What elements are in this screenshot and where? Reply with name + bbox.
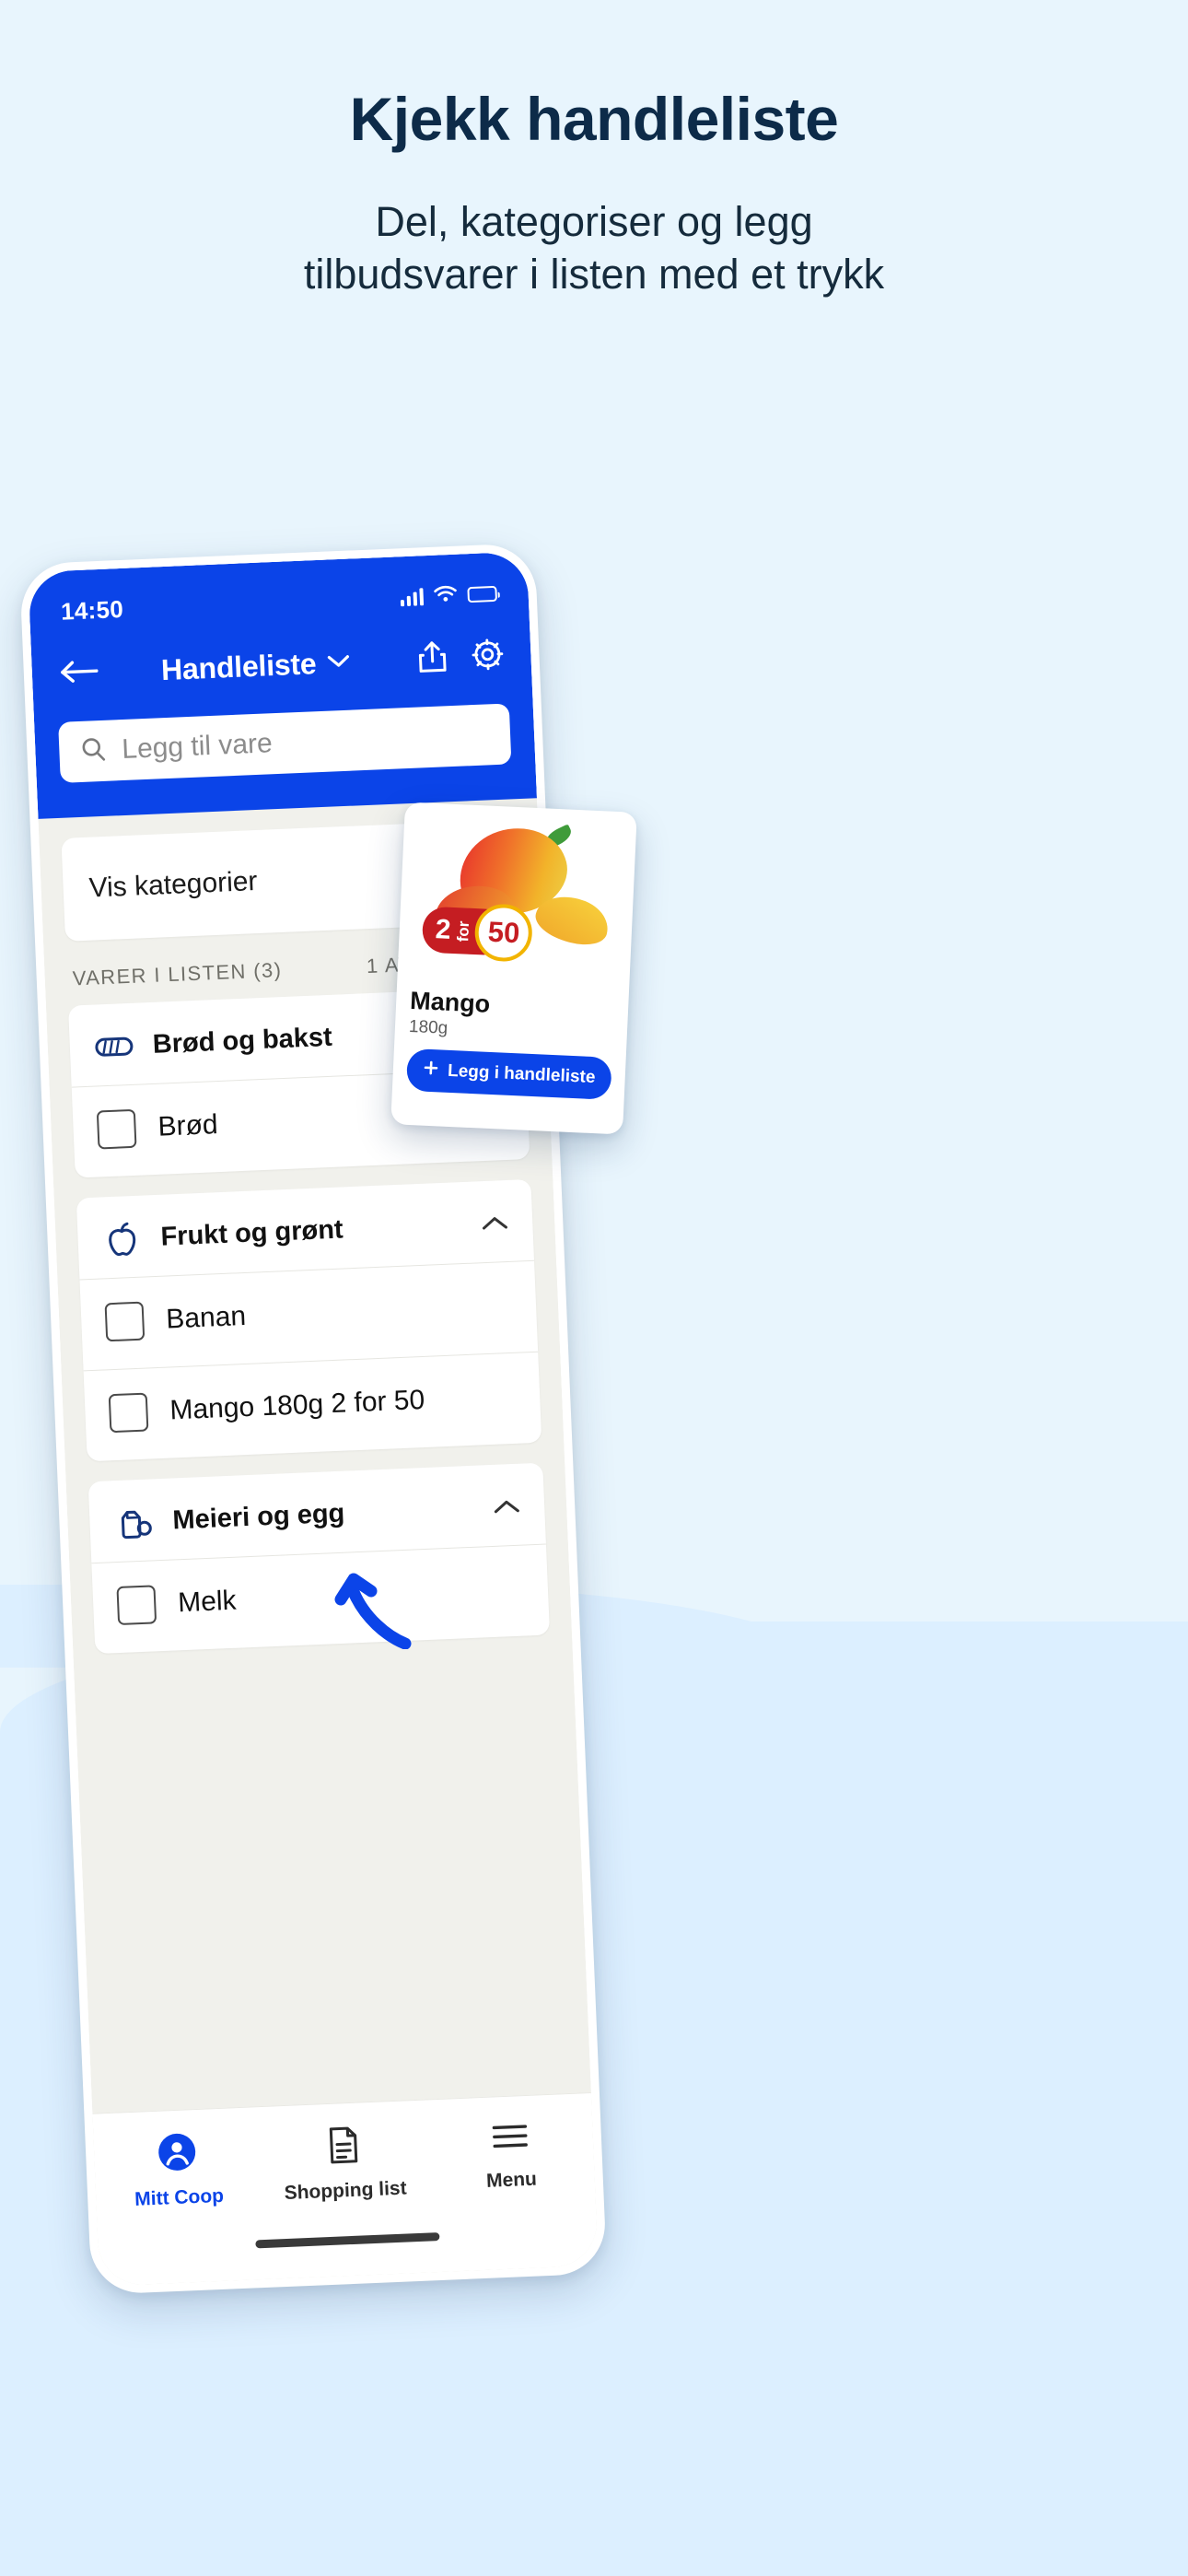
- list-item-label: Mango 180g 2 for 50: [169, 1384, 425, 1426]
- share-icon[interactable]: [416, 638, 449, 679]
- chevron-down-icon: [326, 652, 351, 673]
- app-header: 14:50 Handleliste Legg til vare: [28, 551, 537, 819]
- add-to-list-label: Legg i handleliste: [447, 1060, 596, 1088]
- apple-icon: [101, 1218, 144, 1260]
- chevron-up-icon[interactable]: [481, 1208, 509, 1237]
- promo-text-block: Kjekk handleliste Del, kategoriser og le…: [0, 85, 1188, 301]
- home-indicator: [255, 2232, 440, 2249]
- list-item-label: Brød: [157, 1109, 219, 1142]
- list-item-label: Banan: [165, 1300, 247, 1335]
- price-badge: 2 for 50: [421, 900, 534, 963]
- items-count-label: VARER I LISTEN (3): [72, 957, 283, 990]
- category-name: Meieri og egg: [171, 1498, 345, 1535]
- tab-mitt-coop[interactable]: Mitt Coop: [93, 2127, 262, 2212]
- checkbox-empty-icon[interactable]: [116, 1585, 157, 1626]
- phone-mockup: 14:50 Handleliste Legg til vare Vis kate…: [18, 543, 608, 2295]
- cellular-signal-icon: [400, 587, 425, 607]
- bread-icon: [93, 1025, 135, 1068]
- promo-subtitle-line-2: tilbudsvarer i listen med et trykk: [303, 251, 885, 299]
- milk-carton-icon: [113, 1501, 156, 1543]
- search-input[interactable]: Legg til vare: [58, 703, 512, 783]
- list-item-label: Melk: [177, 1585, 238, 1619]
- list-item[interactable]: Mango 180g 2 for 50: [83, 1351, 542, 1462]
- tab-menu[interactable]: Menu: [425, 2113, 595, 2195]
- badge-quantity: 2: [435, 914, 452, 945]
- wifi-icon: [433, 583, 458, 607]
- category-name: Frukt og grønt: [159, 1213, 344, 1252]
- tab-label: Menu: [485, 2168, 538, 2192]
- search-icon: [79, 734, 108, 767]
- checkbox-empty-icon[interactable]: [96, 1108, 137, 1150]
- person-circle-icon: [156, 2130, 200, 2179]
- product-card[interactable]: 2 for 50 Mango 180g Legg i handleliste: [390, 802, 637, 1135]
- chevron-up-icon[interactable]: [493, 1492, 521, 1521]
- battery-icon: [467, 585, 498, 603]
- bottom-tab-bar: Mitt Coop Shopping list Menu: [92, 2092, 599, 2287]
- tab-label: Shopping list: [284, 2177, 408, 2205]
- show-categories-label: Vis kategorier: [87, 866, 259, 904]
- promo-subtitle: Del, kategoriser og legg tilbudsvarer i …: [0, 195, 1188, 301]
- category-card: Frukt og grønt Banan Mango 180g 2 for 50: [76, 1178, 542, 1462]
- search-placeholder: Legg til vare: [121, 728, 274, 766]
- add-to-list-button[interactable]: Legg i handleliste: [405, 1048, 612, 1100]
- category-card: Meieri og egg Melk: [87, 1462, 551, 1655]
- list-title-dropdown[interactable]: Handleliste: [94, 642, 417, 690]
- checkbox-empty-icon[interactable]: [104, 1301, 146, 1342]
- badge-for-text: for: [453, 919, 472, 943]
- tab-shopping-list[interactable]: Shopping list: [260, 2121, 429, 2206]
- curved-arrow-icon: [334, 1573, 412, 1649]
- promo-subtitle-line-1: Del, kategoriser og legg: [375, 197, 813, 245]
- list-document-icon: [323, 2123, 364, 2172]
- page-title: Kjekk handleliste: [349, 85, 839, 153]
- product-image: 2 for 50: [411, 815, 623, 989]
- gear-icon[interactable]: [470, 636, 507, 677]
- nav-title: Handleliste: [160, 646, 318, 686]
- status-bar-time: 14:50: [60, 594, 124, 626]
- hamburger-menu-icon: [488, 2116, 532, 2161]
- plus-icon: [423, 1060, 440, 1083]
- product-card-overlay: 2 for 50 Mango 180g Legg i handleliste: [390, 802, 637, 1135]
- checkbox-empty-icon[interactable]: [108, 1392, 149, 1434]
- tab-label: Mitt Coop: [134, 2184, 225, 2210]
